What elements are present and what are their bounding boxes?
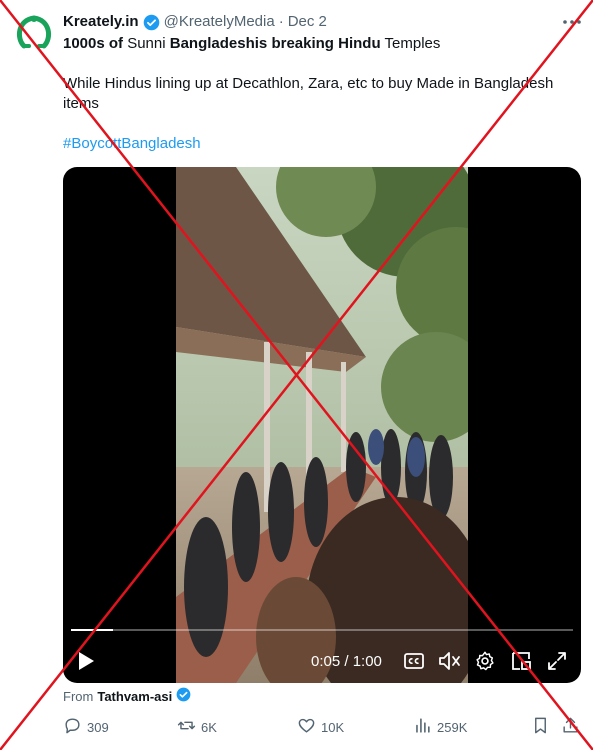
action-bar: 309 6K 10K 259K [63,716,583,738]
headline-part3: Bangladeshis breaking Hindu [169,35,381,52]
author-name[interactable]: Kreately.in [63,12,139,32]
like-icon [297,716,316,738]
author-handle[interactable]: @KreatelyMedia [164,12,275,32]
headline-part4: Temples [380,35,441,52]
share-icon [561,716,580,738]
reply-icon [63,716,82,738]
views-button[interactable]: 259K [413,716,467,738]
kreately-logo-icon[interactable] [14,12,54,52]
like-button[interactable]: 10K [297,716,344,738]
captions-icon[interactable] [402,648,426,674]
verified-badge-icon [176,687,191,707]
hashtag-link[interactable]: #BoycottBangladesh [63,134,201,154]
bookmark-icon [531,716,550,738]
views-icon [413,716,432,738]
tweet-header: Kreately.in @KreatelyMedia · Dec 2 [63,12,553,32]
views-count: 259K [437,719,468,735]
share-button[interactable] [561,716,580,738]
pip-icon[interactable] [508,648,534,674]
tweet-card[interactable]: Kreately.in @KreatelyMedia · Dec 2 1000s… [0,0,593,750]
repost-count: 6K [201,719,217,735]
headline-part2: Sunni [123,35,170,52]
separator-dot: · [278,13,284,30]
play-icon[interactable] [73,648,99,674]
tweet-body: While Hindus lining up at Decathlon, Zar… [63,75,554,112]
reply-button[interactable]: 309 [63,716,109,738]
video-time: 0:05 / 1:00 [311,652,382,670]
reply-count: 309 [87,719,109,735]
tweet-date[interactable]: Dec 2 [288,12,327,32]
bookmark-button[interactable] [531,716,550,738]
video-frame[interactable] [176,167,468,683]
headline-part1: 1000s of [63,35,124,52]
verified-badge-icon [143,14,160,31]
source-attribution: From Tathvam-asi [63,687,191,707]
more-icon[interactable] [560,12,584,32]
source-name[interactable]: Tathvam-asi [97,688,172,706]
video-progress-fill [71,629,113,631]
mute-icon[interactable] [437,648,463,674]
source-prefix: From [63,689,94,704]
repost-icon [177,716,196,738]
video-progress-bar[interactable] [71,629,573,631]
video-player[interactable]: 0:05 / 1:00 [63,167,581,683]
settings-gear-icon[interactable] [472,648,498,674]
fullscreen-icon[interactable] [544,648,570,674]
repost-button[interactable]: 6K [177,716,217,738]
like-count: 10K [321,719,345,735]
tweet-headline: 1000s of Sunni Bangladeshis breaking Hin… [63,34,583,54]
